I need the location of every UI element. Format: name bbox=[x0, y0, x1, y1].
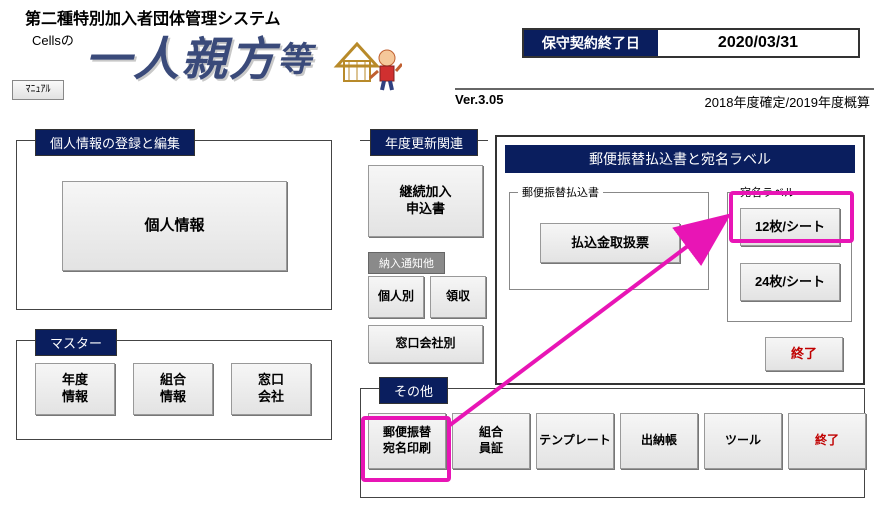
subheader-nounyuu: 納入通知他 bbox=[368, 252, 445, 274]
24-per-sheet-button[interactable]: 24枚/シート bbox=[740, 263, 840, 301]
group-other: その他 郵便振替 宛名印刷 組合 員証 テンプレート 出納帳 ツール 終了 bbox=[360, 388, 865, 498]
window-company-button[interactable]: 窓口 会社 bbox=[231, 363, 311, 415]
group-master-title: マスター bbox=[35, 329, 117, 356]
contract-label: 保守契約終了日 bbox=[524, 30, 658, 56]
renewal-application-button[interactable]: 継続加入 申込書 bbox=[368, 165, 483, 237]
group-master: マスター 年度 情報 組合 情報 窓口 会社 bbox=[16, 340, 332, 440]
fieldset-address-label-title: 宛名ラベル bbox=[736, 184, 799, 200]
dialog-title: 郵便振替払込書と宛名ラベル bbox=[505, 145, 855, 173]
fiscal-year-label: 2018年度確定/2019年度概算 bbox=[705, 92, 874, 111]
payment-slip-button[interactable]: 払込金取扱票 bbox=[540, 223, 680, 263]
fieldset-postal-label: 郵便振替払込書 bbox=[518, 184, 603, 200]
version-label: Ver.3.05 bbox=[455, 92, 503, 107]
year-info-button[interactable]: 年度 情報 bbox=[35, 363, 115, 415]
personal-info-button[interactable]: 個人情報 bbox=[62, 181, 287, 271]
app-title: 一人親方等 bbox=[85, 23, 313, 89]
contract-box: 保守契約終了日 2020/03/31 bbox=[522, 28, 860, 58]
tool-button[interactable]: ツール bbox=[704, 413, 782, 469]
contract-date: 2020/03/31 bbox=[658, 30, 858, 56]
postal-transfer-print-button[interactable]: 郵便振替 宛名印刷 bbox=[368, 413, 446, 469]
dialog-close-button[interactable]: 終了 bbox=[765, 337, 843, 371]
12-per-sheet-button[interactable]: 12枚/シート bbox=[740, 208, 840, 246]
template-button[interactable]: テンプレート bbox=[536, 413, 614, 469]
fieldset-address-label: 宛名ラベル 12枚/シート 24枚/シート bbox=[727, 192, 852, 322]
fieldset-postal: 郵便振替払込書 払込金取扱票 bbox=[509, 192, 709, 290]
postal-label-dialog: 郵便振替払込書と宛名ラベル 郵便振替払込書 払込金取扱票 宛名ラベル 12枚/シ… bbox=[495, 135, 865, 385]
group-renewal-title: 年度更新関連 bbox=[370, 129, 478, 156]
individual-button[interactable]: 個人別 bbox=[368, 276, 424, 318]
exit-button[interactable]: 終了 bbox=[788, 413, 866, 469]
member-card-button[interactable]: 組合 員証 bbox=[452, 413, 530, 469]
window-company-list-button[interactable]: 窓口会社別 bbox=[368, 325, 483, 363]
house-worker-icon bbox=[332, 36, 402, 96]
receipt-button[interactable]: 領収 bbox=[430, 276, 486, 318]
group-other-title: その他 bbox=[379, 377, 448, 404]
cells-label: Cellsの bbox=[32, 30, 74, 49]
manual-button[interactable]: ﾏﾆｭｱﾙ bbox=[12, 80, 64, 100]
group-personal: 個人情報の登録と編集 個人情報 bbox=[16, 140, 332, 310]
cashbook-button[interactable]: 出納帳 bbox=[620, 413, 698, 469]
group-personal-title: 個人情報の登録と編集 bbox=[35, 129, 195, 156]
union-info-button[interactable]: 組合 情報 bbox=[133, 363, 213, 415]
